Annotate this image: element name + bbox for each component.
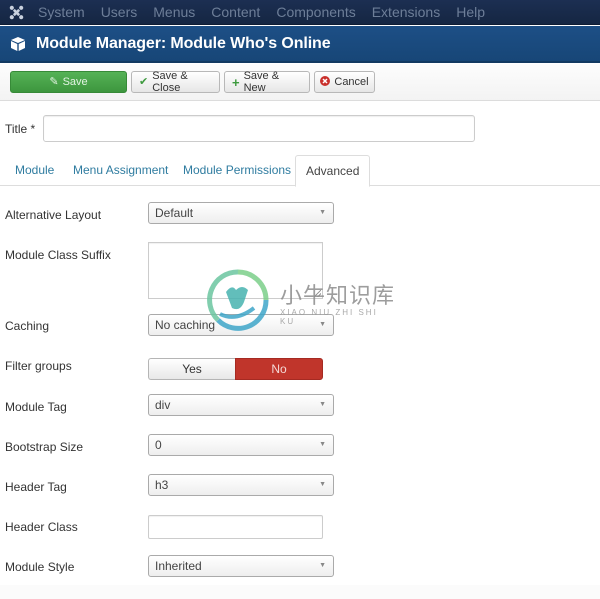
title-input[interactable] (43, 115, 475, 142)
alternative-layout-value: Default (155, 206, 194, 220)
save-label: Save (62, 76, 88, 88)
module-style-label: Module Style (5, 560, 75, 574)
caching-select[interactable]: No caching ▼ (148, 314, 334, 336)
cancel-button[interactable]: Cancel (314, 71, 375, 93)
bootstrap-size-select[interactable]: 0 ▼ (148, 434, 334, 456)
cancel-icon (320, 75, 331, 89)
header-tag-label: Header Tag (5, 480, 67, 494)
alternative-layout-label: Alternative Layout (5, 208, 102, 222)
bootstrap-size-label: Bootstrap Size (5, 440, 84, 454)
save-new-button[interactable]: + Save & New (224, 70, 310, 94)
module-tag-select[interactable]: div ▼ (148, 394, 334, 416)
header-tag-select[interactable]: h3 ▼ (148, 474, 334, 496)
page-title: Module Manager: Module Who's Online (36, 34, 331, 52)
top-menu-bar: System Users Menus Content Components Ex… (0, 0, 600, 25)
chevron-down-icon: ▼ (319, 401, 326, 408)
caching-value: No caching (155, 318, 216, 332)
alternative-layout-select[interactable]: Default ▼ (148, 202, 334, 224)
joomla-logo-icon[interactable] (0, 0, 32, 25)
chevron-down-icon: ▼ (319, 441, 326, 448)
module-tag-value: div (155, 398, 171, 412)
save-new-label: Save & New (243, 70, 280, 94)
module-style-select[interactable]: Inherited ▼ (148, 555, 334, 577)
check-icon: ✔ (139, 75, 149, 88)
filter-groups-toggle: Yes No (148, 358, 323, 380)
menu-help[interactable]: Help (448, 0, 493, 25)
header-class-input[interactable] (148, 515, 323, 539)
page-footer-area (0, 585, 600, 599)
menu-menus[interactable]: Menus (145, 0, 203, 25)
module-class-suffix-textarea[interactable] (148, 242, 323, 299)
module-style-value: Inherited (155, 559, 202, 573)
chevron-down-icon: ▼ (319, 209, 326, 216)
menu-extensions[interactable]: Extensions (364, 0, 448, 25)
chevron-down-icon: ▼ (319, 562, 326, 569)
tab-advanced[interactable]: Advanced (295, 155, 371, 187)
plus-icon: + (232, 74, 240, 90)
chevron-down-icon: ▼ (319, 481, 326, 488)
chevron-down-icon: ▼ (319, 321, 326, 328)
title-label: Title * (5, 122, 36, 136)
resize-handle-icon[interactable] (314, 290, 321, 297)
edit-icon: ✎ (49, 75, 59, 88)
header-class-label: Header Class (5, 520, 78, 534)
cancel-label: Cancel (334, 76, 369, 88)
filter-groups-label: Filter groups (5, 359, 72, 373)
save-close-button[interactable]: ✔ Save & Close (131, 70, 220, 94)
tab-bar: Module Menu Assignment Module Permission… (0, 155, 600, 187)
filter-groups-no-button[interactable]: No (235, 358, 323, 380)
header-tag-value: h3 (155, 478, 169, 492)
page-header: Module Manager: Module Who's Online (0, 26, 600, 63)
menu-system[interactable]: System (32, 0, 93, 25)
bootstrap-size-value: 0 (155, 438, 162, 452)
module-tag-label: Module Tag (5, 400, 67, 414)
tab-module-permissions[interactable]: Module Permissions (183, 163, 291, 177)
menu-content[interactable]: Content (203, 0, 268, 25)
save-close-label: Save & Close (152, 70, 188, 94)
cube-icon (0, 36, 36, 52)
module-class-suffix-label: Module Class Suffix (5, 248, 111, 262)
toolbar: ✎ Save ✔ Save & Close + Save & New Cance… (0, 64, 600, 101)
tab-menu-assignment[interactable]: Menu Assignment (73, 163, 168, 177)
tab-module[interactable]: Module (15, 163, 54, 177)
menu-components[interactable]: Components (268, 0, 363, 25)
menu-users[interactable]: Users (93, 0, 146, 25)
caching-label: Caching (5, 319, 50, 333)
filter-groups-yes-button[interactable]: Yes (148, 358, 235, 380)
save-button[interactable]: ✎ Save (10, 71, 127, 93)
